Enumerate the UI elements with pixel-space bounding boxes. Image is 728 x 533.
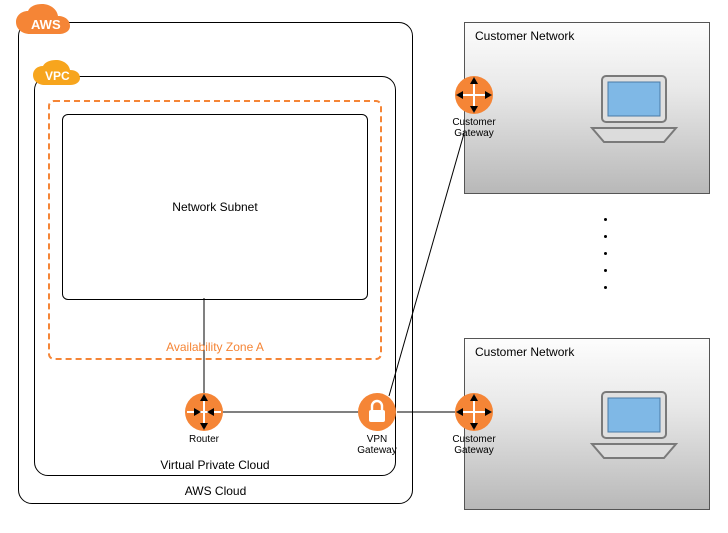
laptop-icon [586,388,682,467]
router-label: Router [174,434,234,445]
availability-zone-label: Availability Zone A [48,340,382,354]
laptop-icon [586,72,682,151]
customer-gateway-bottom-label: Customer Gateway [447,434,501,456]
router-icon [184,392,224,435]
vpc-badge-text: VPC [45,69,70,83]
customer-network-top-title: Customer Network [465,23,709,49]
vpn-gateway-icon [357,392,397,435]
vpc-badge: VPC [26,58,90,97]
customer-gateway-top-label: Customer Gateway [447,117,501,139]
customer-network-bottom-title: Customer Network [465,339,709,365]
aws-cloud-badge: AWS [8,4,82,49]
subnet-label: Network Subnet [62,200,368,214]
ellipsis-dots [604,218,607,289]
aws-cloud-badge-text: AWS [31,17,61,32]
aws-cloud-label: AWS Cloud [18,484,413,498]
vpc-label: Virtual Private Cloud [34,458,396,472]
customer-gateway-top-icon [454,75,494,118]
customer-gateway-bottom-icon [454,392,494,435]
vpn-gateway-label: VPN Gateway [352,434,402,456]
